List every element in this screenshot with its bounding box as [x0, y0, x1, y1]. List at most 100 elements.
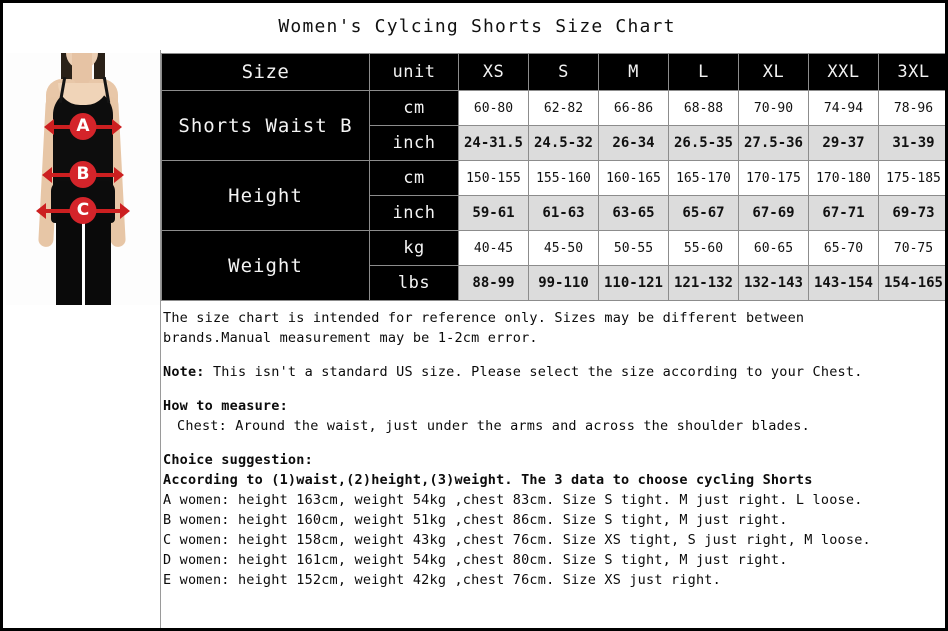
cell-height-inch-xxl: 67-71 [808, 195, 879, 231]
measure-marker-c-icon: C [36, 197, 130, 224]
unit-shorts-waist-cm: cm [369, 90, 459, 126]
cell-height-inch-3xl: 69-73 [878, 195, 945, 231]
cell-shorts-waist-cm-xxl: 74-94 [808, 90, 879, 126]
cell-shorts-waist-inch-l: 26.5-35 [668, 125, 739, 161]
notes-section: The size chart is intended for reference… [163, 308, 945, 604]
disclaimer-line-2: brands.Manual measurement may be 1-2cm e… [163, 330, 538, 346]
cell-weight-kg-xxl: 65-70 [808, 230, 879, 266]
table-row: Height cm 150-155 155-160 160-165 165-17… [161, 160, 945, 231]
cell-shorts-waist-cm-m: 66-86 [598, 90, 669, 126]
cell-shorts-waist-cm-3xl: 78-96 [878, 90, 945, 126]
note-label: Note: [163, 364, 205, 380]
row-label-shorts-waist: Shorts Waist B [161, 90, 370, 161]
choice-suggestion-block: Choice suggestion: According to (1)waist… [163, 450, 945, 590]
cell-weight-kg-xl: 60-65 [738, 230, 809, 266]
cell-shorts-waist-inch-xl: 27.5-36 [738, 125, 809, 161]
cell-weight-lbs-m: 110-121 [598, 265, 669, 301]
cell-shorts-waist-inch-xs: 24-31.5 [458, 125, 529, 161]
cell-height-inch-m: 63-65 [598, 195, 669, 231]
header-size: Size [161, 53, 370, 91]
measure-marker-a-icon: A [44, 113, 122, 140]
marker-b-label: B [69, 161, 97, 188]
size-table-container: Size unit XS S M L XL XXL 3XL Shorts Wai… [161, 53, 945, 301]
cell-weight-kg-m: 50-55 [598, 230, 669, 266]
cell-height-inch-xl: 67-69 [738, 195, 809, 231]
cell-height-inch-xs: 59-61 [458, 195, 529, 231]
example-e: E women: height 152cm, weight 42kg ,ches… [163, 572, 721, 588]
header-size-xl: XL [738, 53, 809, 91]
cell-weight-lbs-s: 99-110 [528, 265, 599, 301]
row-label-weight: Weight [161, 230, 370, 301]
cell-weight-lbs-l: 121-132 [668, 265, 739, 301]
leg-left [56, 215, 82, 305]
measure-marker-b-icon: B [42, 161, 124, 188]
cell-shorts-waist-cm-xl: 70-90 [738, 90, 809, 126]
cell-weight-lbs-xl: 132-143 [738, 265, 809, 301]
model-photo-panel: A B C [6, 50, 161, 628]
marker-a-arrow-left-icon [44, 119, 54, 135]
header-unit: unit [369, 53, 459, 91]
cell-height-inch-s: 61-63 [528, 195, 599, 231]
leg-gap [82, 217, 85, 305]
cell-shorts-waist-inch-m: 26-34 [598, 125, 669, 161]
size-table: Size unit XS S M L XL XXL 3XL Shorts Wai… [161, 53, 945, 301]
cell-weight-kg-3xl: 70-75 [878, 230, 945, 266]
table-header-row: Size unit XS S M L XL XXL 3XL [161, 53, 945, 91]
note-line: Note: This isn't a standard US size. Ple… [163, 362, 945, 382]
cell-weight-kg-s: 45-50 [528, 230, 599, 266]
unit-weight-kg: kg [369, 230, 459, 266]
example-a: A women: height 163cm, weight 54kg ,ches… [163, 492, 863, 508]
page-title: Women's Cylcing Shorts Size Chart [278, 16, 676, 37]
header-size-3xl: 3XL [878, 53, 945, 91]
table-row: Weight kg 40-45 45-50 50-55 55-60 60-65 … [161, 230, 945, 301]
marker-a-label: A [69, 113, 97, 140]
cell-height-cm-3xl: 175-185 [878, 160, 945, 196]
disclaimer-block: The size chart is intended for reference… [163, 308, 945, 348]
unit-height-inch: inch [369, 195, 459, 231]
choice-heading: Choice suggestion: [163, 452, 313, 468]
marker-a-arrow-right-icon [112, 119, 122, 135]
cell-height-cm-xl: 170-175 [738, 160, 809, 196]
row-label-height: Height [161, 160, 370, 231]
model-photo: A B C [6, 53, 160, 305]
cell-shorts-waist-inch-s: 24.5-32 [528, 125, 599, 161]
header-size-l: L [668, 53, 739, 91]
cell-shorts-waist-cm-s: 62-82 [528, 90, 599, 126]
cell-height-cm-m: 160-165 [598, 160, 669, 196]
cell-height-inch-l: 65-67 [668, 195, 739, 231]
page-title-bar: Women's Cylcing Shorts Size Chart [6, 3, 945, 50]
choice-intro: According to (1)waist,(2)height,(3)weigh… [163, 472, 813, 488]
note-block: Note: This isn't a standard US size. Ple… [163, 362, 945, 382]
example-d: D women: height 161cm, weight 54kg ,ches… [163, 552, 788, 568]
cell-height-cm-xs: 150-155 [458, 160, 529, 196]
marker-c-label: C [69, 197, 97, 224]
marker-b-arrow-left-icon [42, 167, 52, 183]
unit-height-cm: cm [369, 160, 459, 196]
cell-shorts-waist-cm-xs: 60-80 [458, 90, 529, 126]
cell-shorts-waist-cm-l: 68-88 [668, 90, 739, 126]
cell-height-cm-s: 155-160 [528, 160, 599, 196]
cell-height-cm-l: 165-170 [668, 160, 739, 196]
note-text: This isn't a standard US size. Please se… [212, 364, 863, 380]
example-c: C women: height 158cm, weight 43kg ,ches… [163, 532, 871, 548]
header-size-s: S [528, 53, 599, 91]
marker-c-arrow-left-icon [36, 203, 46, 219]
cell-weight-lbs-3xl: 154-165 [878, 265, 945, 301]
cell-weight-lbs-xxl: 143-154 [808, 265, 879, 301]
cell-weight-kg-l: 55-60 [668, 230, 739, 266]
size-chart-page: Women's Cylcing Shorts Size Chart A B C … [0, 0, 948, 631]
table-row: Shorts Waist B cm 60-80 62-82 66-86 68-8… [161, 90, 945, 161]
unit-weight-lbs: lbs [369, 265, 459, 301]
cell-weight-kg-xs: 40-45 [458, 230, 529, 266]
marker-b-arrow-right-icon [114, 167, 124, 183]
leg-right [85, 215, 111, 305]
cell-shorts-waist-inch-xxl: 29-37 [808, 125, 879, 161]
example-b: B women: height 160cm, weight 51kg ,ches… [163, 512, 788, 528]
disclaimer-line-1: The size chart is intended for reference… [163, 310, 805, 326]
header-size-xs: XS [458, 53, 529, 91]
header-size-m: M [598, 53, 669, 91]
how-to-measure-block: How to measure: Chest: Around the waist,… [163, 396, 945, 436]
how-to-measure-heading: How to measure: [163, 398, 288, 414]
cell-weight-lbs-xs: 88-99 [458, 265, 529, 301]
cell-shorts-waist-inch-3xl: 31-39 [878, 125, 945, 161]
